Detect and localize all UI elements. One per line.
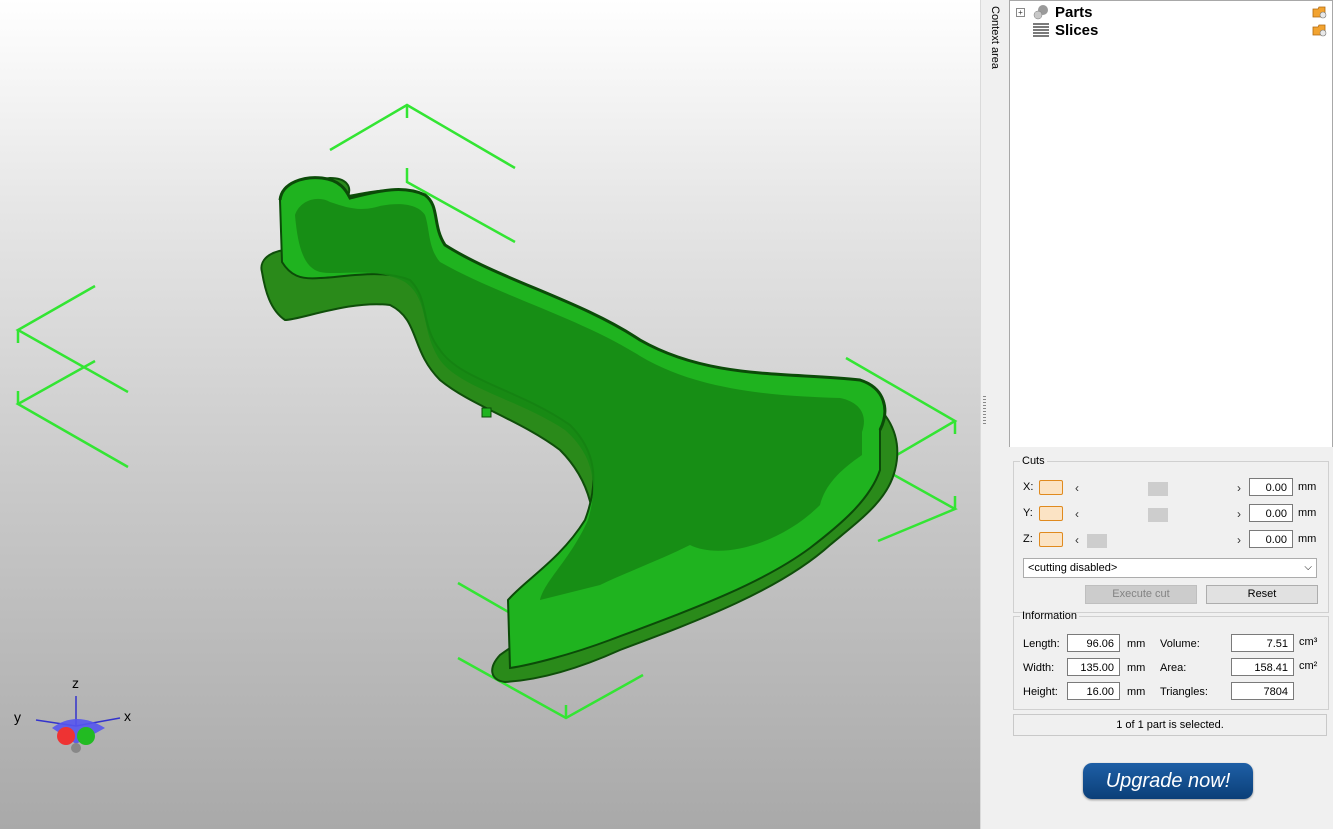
cut-x-slider[interactable]: ‹ › [1073, 480, 1243, 496]
axis-label: Z: [1023, 533, 1033, 545]
width-value: 135.00 [1067, 658, 1120, 676]
context-area-label[interactable]: Context area [989, 6, 1001, 69]
slider-thumb[interactable] [1148, 482, 1168, 496]
gizmo-y-label: y [14, 709, 21, 725]
parts-spheres-icon [1033, 5, 1048, 20]
cut-row-x: X: ‹ › 0.00 mm [1017, 478, 1317, 498]
execute-cut-button[interactable]: Execute cut [1085, 585, 1197, 604]
scene-canvas[interactable] [0, 0, 980, 829]
unit-label: mm [1127, 662, 1146, 674]
area-label: Area: [1160, 662, 1187, 674]
unit-label: mm [1127, 638, 1146, 650]
tree-item-label: Slices [1055, 22, 1099, 39]
unit-label: cm³ [1299, 636, 1318, 648]
cut-mode-value: <cutting disabled> [1028, 562, 1118, 574]
cut-y-input[interactable]: 0.00 [1249, 504, 1293, 522]
cut-row-y: Y: ‹ › 0.00 mm [1017, 504, 1317, 524]
slider-thumb[interactable] [1087, 534, 1107, 548]
information-legend: Information [1022, 610, 1078, 622]
gizmo-z-label: z [72, 676, 79, 691]
unit-label: cm² [1299, 660, 1318, 672]
gizmo-x-label: x [124, 708, 131, 724]
slices-lines-icon [1033, 23, 1049, 37]
cut-row-z: Z: ‹ › 0.00 mm [1017, 530, 1317, 550]
tree-item-slices[interactable]: Slices [1010, 22, 1332, 40]
cut-y-toggle[interactable] [1039, 506, 1063, 521]
open-folder-icon[interactable] [1312, 5, 1328, 19]
open-folder-icon[interactable] [1312, 23, 1328, 37]
upgrade-button[interactable]: Upgrade now! [1083, 763, 1253, 799]
unit-label: mm [1298, 507, 1317, 519]
axis-gizmo[interactable]: z y x [10, 676, 140, 756]
expand-icon[interactable]: + [1016, 8, 1025, 17]
cut-y-slider[interactable]: ‹ › [1073, 506, 1243, 522]
pivot-marker[interactable] [481, 407, 492, 418]
volume-value: 7.51 [1231, 634, 1294, 652]
chevron-right-icon[interactable]: › [1237, 480, 1241, 496]
triangles-label: Triangles: [1160, 686, 1208, 698]
3d-viewport[interactable]: z y x [0, 0, 980, 829]
chevron-left-icon[interactable]: ‹ [1075, 506, 1079, 522]
selection-status: 1 of 1 part is selected. [1013, 714, 1327, 736]
unit-label: mm [1298, 481, 1317, 493]
tree-item-label: Parts [1055, 4, 1093, 21]
triangles-value: 7804 [1231, 682, 1294, 700]
height-value: 16.00 [1067, 682, 1120, 700]
volume-label: Volume: [1160, 638, 1200, 650]
area-value: 158.41 [1231, 658, 1294, 676]
chevron-right-icon[interactable]: › [1237, 506, 1241, 522]
unit-label: mm [1298, 533, 1317, 545]
slider-thumb[interactable] [1148, 508, 1168, 522]
cut-mode-select[interactable]: <cutting disabled> ⌵ [1023, 558, 1317, 578]
chevron-left-icon[interactable]: ‹ [1075, 480, 1079, 496]
reset-button[interactable]: Reset [1206, 585, 1318, 604]
length-value: 96.06 [1067, 634, 1120, 652]
parts-tree[interactable]: + Parts Slices [1009, 0, 1333, 448]
width-label: Width: [1023, 662, 1055, 674]
cut-z-input[interactable]: 0.00 [1249, 530, 1293, 548]
axis-label: X: [1023, 481, 1034, 493]
cuts-legend: Cuts [1022, 455, 1045, 467]
cut-z-toggle[interactable] [1039, 532, 1063, 547]
height-label: Height: [1023, 686, 1058, 698]
length-label: Length: [1023, 638, 1060, 650]
axis-label: Y: [1023, 507, 1033, 519]
cut-x-toggle[interactable] [1039, 480, 1063, 495]
chevron-down-icon[interactable]: ⌵ [1304, 559, 1312, 577]
chevron-left-icon[interactable]: ‹ [1075, 532, 1079, 548]
properties-panel: Cuts X: ‹ › 0.00 mm Y: ‹ › 0.00 mm Z: ‹ … [1009, 447, 1333, 829]
tree-item-parts[interactable]: + Parts [1010, 4, 1332, 22]
context-area-strip[interactable]: Context area [980, 0, 1010, 829]
splitter-grip[interactable] [983, 396, 986, 426]
chevron-right-icon[interactable]: › [1237, 532, 1241, 548]
cut-z-slider[interactable]: ‹ › [1073, 532, 1243, 548]
unit-label: mm [1127, 686, 1146, 698]
cut-x-input[interactable]: 0.00 [1249, 478, 1293, 496]
